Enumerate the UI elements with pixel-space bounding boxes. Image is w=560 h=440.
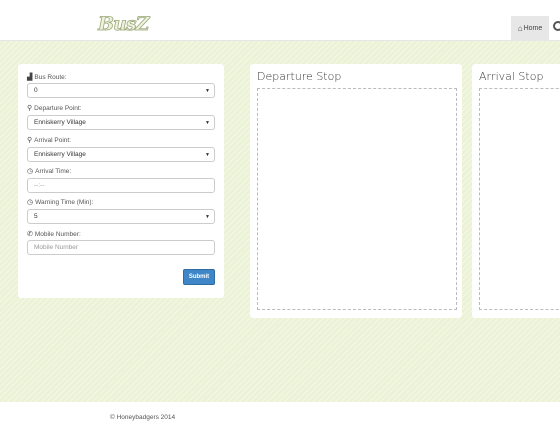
warning-time-label: ◷ Warning Time (Min):	[27, 198, 94, 207]
mobile-label-text: Mobile Number:	[34, 230, 81, 238]
map-marker-icon: ⚲	[27, 137, 33, 144]
bus-route-select[interactable]: 0 ▼	[27, 83, 215, 98]
arrival-stop-title: Arrival Stop	[479, 70, 544, 83]
route-form-panel: ▟ Bus Route: 0 ▼ ⚲ Departure Point: Enni…	[18, 64, 224, 298]
chevron-down-icon: ▼	[205, 88, 210, 94]
copyright-text: © Honeybadgers 2014	[110, 414, 176, 421]
warning-time-label-text: Warning Time (Min):	[35, 198, 94, 206]
submit-button[interactable]: Submit	[183, 269, 215, 285]
mobile-label: ✆ Mobile Number:	[27, 230, 81, 239]
clock-icon: ◷	[27, 199, 34, 206]
clock-icon: ◷	[27, 168, 34, 175]
arrival-select[interactable]: Enniskerry Village ▼	[27, 147, 215, 162]
arrival-label: ⚲ Arrival Point:	[27, 136, 71, 145]
arrival-label-text: Arrival Point:	[34, 136, 71, 144]
bus-route-label-text: Bus Route:	[34, 73, 67, 81]
chevron-down-icon: ▼	[205, 214, 210, 220]
phone-icon: ✆	[27, 231, 33, 238]
map-marker-icon: ⚲	[27, 105, 33, 112]
warning-time-value: 5	[34, 213, 38, 220]
nav-home-label: Home	[523, 25, 543, 32]
arrival-map[interactable]	[479, 88, 560, 310]
warning-time-select[interactable]: 5 ▼	[27, 209, 215, 224]
bus-route-label: ▟ Bus Route:	[27, 73, 67, 82]
bus-icon: ▟	[27, 74, 33, 81]
bus-route-value: 0	[34, 87, 38, 94]
departure-label: ⚲ Departure Point:	[27, 104, 82, 113]
nav-home-link[interactable]: ⌂ Home	[511, 16, 549, 41]
arrival-stop-panel: Arrival Stop	[472, 64, 560, 318]
home-icon: ⌂	[517, 24, 523, 33]
mobile-number-input[interactable]	[27, 240, 215, 255]
footer: © Honeybadgers 2014	[0, 402, 560, 440]
arrival-time-label-text: Arrival Time:	[35, 167, 72, 175]
departure-label-text: Departure Point:	[34, 104, 82, 112]
navbar: BusZ ⌂ Home	[0, 0, 560, 41]
main-content: ▟ Bus Route: 0 ▼ ⚲ Departure Point: Enni…	[0, 41, 560, 402]
chevron-down-icon: ▼	[205, 120, 210, 126]
departure-value: Enniskerry Village	[34, 119, 86, 126]
departure-stop-panel: Departure Stop	[250, 64, 462, 318]
arrival-time-input[interactable]: --:--	[27, 178, 215, 193]
departure-map[interactable]	[257, 88, 457, 310]
arrival-value: Enniskerry Village	[34, 151, 86, 158]
arrival-time-value: --:--	[34, 182, 45, 189]
chevron-down-icon: ▼	[205, 152, 210, 158]
logo[interactable]: BusZ	[98, 13, 150, 36]
nav-partial-icon[interactable]	[553, 21, 560, 31]
arrival-time-label: ◷ Arrival Time:	[27, 167, 72, 176]
departure-select[interactable]: Enniskerry Village ▼	[27, 115, 215, 130]
departure-stop-title: Departure Stop	[257, 70, 342, 83]
